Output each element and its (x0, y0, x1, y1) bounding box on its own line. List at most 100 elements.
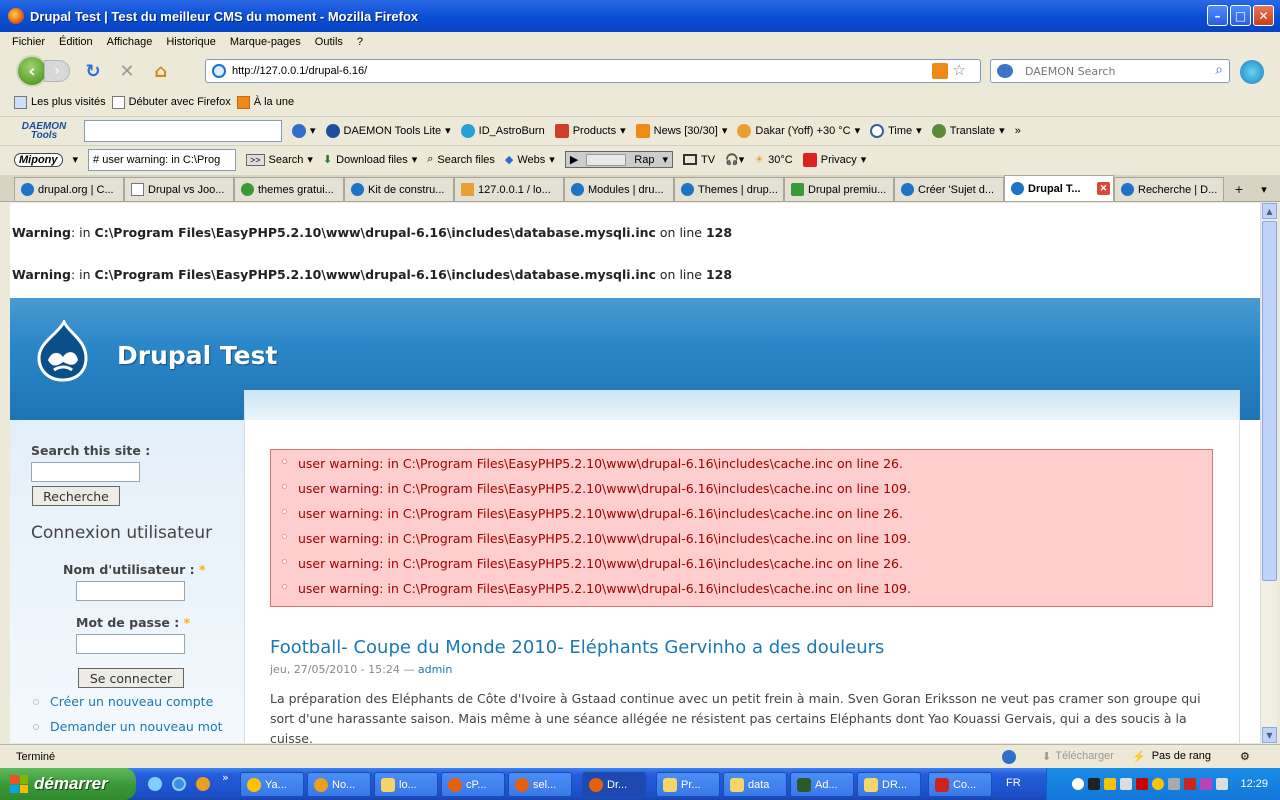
maximize-button[interactable]: □ (1230, 5, 1251, 26)
tab-themes[interactable]: Themes | drup... (674, 177, 784, 201)
reload-icon[interactable]: ↻ (82, 60, 104, 82)
toolbar-item-time[interactable]: Time ▾ (870, 123, 922, 138)
tab-kit-de-construction[interactable]: Kit de constru... (344, 177, 454, 201)
taskbar-item[interactable]: Co... (928, 772, 992, 797)
star-icon[interactable]: ☆ (953, 61, 966, 79)
search-files-button[interactable]: ⌕ Search files (427, 153, 495, 166)
taskbar-item[interactable]: lo... (374, 772, 438, 797)
tab-drupal-premium[interactable]: Drupal premiu... (784, 177, 894, 201)
tab-drupal-org[interactable]: drupal.org | C... (14, 177, 124, 201)
mipony-logo[interactable]: Mipony (14, 152, 63, 167)
tab-recherche[interactable]: Recherche | D... (1114, 177, 1224, 201)
url-bar[interactable]: http://127.0.0.1/drupal-6.16/ ☆ (205, 59, 981, 83)
tray-expand-icon[interactable] (1072, 778, 1085, 790)
messenger-icon[interactable] (1152, 778, 1165, 790)
globe-icon[interactable] (1002, 749, 1016, 764)
play-icon[interactable]: ▶ (570, 153, 578, 166)
site-name[interactable]: Drupal Test (117, 341, 277, 370)
password-field[interactable] (76, 634, 185, 654)
close-button[interactable]: ✕ (1253, 5, 1274, 26)
search-engine-icon[interactable] (997, 64, 1013, 78)
toolbar-item-daemon-lite[interactable]: DAEMON Tools Lite ▾ (325, 123, 451, 138)
volume-bar[interactable] (586, 153, 627, 166)
quicklaunch-desktop-icon[interactable] (148, 777, 162, 791)
menu-outils[interactable]: Outils (315, 36, 343, 48)
node-title-link[interactable]: Football- Coupe du Monde 2010- Eléphants… (270, 637, 884, 658)
privacy-button[interactable]: Privacy ▾ (802, 152, 866, 167)
tab-creer-sujet[interactable]: Créer 'Sujet d... (894, 177, 1004, 201)
tab-drupal-test[interactable]: Drupal T... ✕ (1004, 175, 1114, 201)
webs-button[interactable]: ◆ Webs ▾ (505, 153, 555, 167)
author-link[interactable]: admin (418, 663, 452, 676)
taskbar-item[interactable]: Pr... (656, 772, 720, 797)
ati-icon[interactable] (1136, 778, 1149, 790)
taskbar-item[interactable]: No... (307, 772, 371, 797)
addon-icon[interactable]: ⚙ (1240, 750, 1250, 763)
tv-button[interactable]: TV (683, 154, 715, 166)
search-submit-button[interactable]: Recherche (32, 486, 120, 506)
mipony-search-combo[interactable]: # user warning: in C:\Prog (88, 148, 237, 171)
scroll-down-icon[interactable]: ▼ (1262, 727, 1277, 743)
bookmark-getting-started[interactable]: Débuter avec Firefox (111, 95, 231, 109)
title-bar[interactable]: Drupal Test | Test du meilleur CMS du mo… (0, 0, 1280, 32)
taskbar-item[interactable]: Ad... (790, 772, 854, 797)
bookmark-most-visited[interactable]: Les plus visités (14, 95, 106, 109)
menu-fichier[interactable]: Fichier (12, 36, 45, 48)
rss-icon[interactable] (932, 63, 948, 79)
toolbar-overflow-chevron[interactable]: » (1015, 125, 1021, 137)
mipony-search-button[interactable]: >> Search ▾ (246, 153, 313, 166)
toolbar-item-astroburn[interactable]: ID_AstroBurn (460, 123, 545, 138)
vertical-scrollbar[interactable]: ▲ ▼ (1260, 203, 1277, 743)
tab-drupal-vs-joomla[interactable]: Drupal vs Joo... (124, 177, 234, 201)
taskbar-item[interactable]: sel... (508, 772, 572, 797)
tray-app-icon[interactable] (1184, 778, 1197, 790)
daemon-search-combo[interactable] (84, 119, 282, 142)
stop-icon[interactable]: ✕ (116, 60, 138, 82)
download-status[interactable]: ⬇ Télécharger (1042, 750, 1114, 763)
skype-icon[interactable] (1240, 60, 1264, 84)
clock[interactable]: 12:29 (1240, 778, 1268, 790)
temperature-button[interactable]: ☀ 30°C (754, 153, 792, 167)
tab-modules[interactable]: Modules | dru... (564, 177, 674, 201)
username-field[interactable] (76, 581, 185, 601)
daemon-search-icon[interactable]: ▾ (292, 123, 316, 138)
tab-close-icon[interactable]: ✕ (1097, 182, 1110, 195)
taskbar-item-active[interactable]: Dr... (582, 772, 646, 797)
menu-historique[interactable]: Historique (166, 36, 216, 48)
menu-affichage[interactable]: Affichage (107, 36, 153, 48)
tab-phpmyadmin[interactable]: 127.0.0.1 / lo... (454, 177, 564, 201)
taskbar-item[interactable]: DR... (857, 772, 921, 797)
login-button[interactable]: Se connecter (78, 668, 184, 688)
headphones-icon[interactable]: 🎧▾ (725, 153, 744, 166)
quicklaunch-more-chevron[interactable]: » (222, 771, 229, 784)
bookmark-news[interactable]: À la une (236, 95, 294, 109)
shield-icon[interactable] (1104, 778, 1117, 790)
create-account-link[interactable]: Créer un nouveau compte (50, 694, 213, 709)
scroll-up-icon[interactable]: ▲ (1262, 203, 1277, 219)
language-indicator[interactable]: FR (1006, 777, 1021, 789)
toolbar-item-products[interactable]: Products ▾ (554, 123, 626, 138)
request-password-link[interactable]: Demander un nouveau mot (50, 719, 223, 734)
tray-app-icon[interactable] (1168, 778, 1181, 790)
start-button[interactable]: démarrer (0, 768, 136, 800)
tray-app-icon[interactable] (1200, 778, 1213, 790)
toolbar-item-translate[interactable]: Translate ▾ (931, 123, 1005, 138)
page-rank[interactable]: ⚡ Pas de rang (1132, 750, 1211, 763)
search-box[interactable]: DAEMON Search ⌕ (990, 59, 1230, 83)
taskbar-item[interactable]: data (723, 772, 787, 797)
tray-app-icon[interactable] (1120, 778, 1133, 790)
quicklaunch-chrome-icon[interactable] (196, 777, 210, 791)
quicklaunch-ie-icon[interactable] (172, 777, 186, 791)
toolbar-item-weather[interactable]: Dakar (Yoff) +30 °C ▾ (737, 123, 860, 138)
toolbar-item-news[interactable]: News [30/30] ▾ (635, 123, 727, 138)
menu-marque-pages[interactable]: Marque-pages (230, 36, 301, 48)
tab-themes-gratuits[interactable]: themes gratui... (234, 177, 344, 201)
minimize-button[interactable]: – (1207, 5, 1228, 26)
forward-button[interactable]: › (44, 60, 70, 82)
scroll-thumb[interactable] (1262, 221, 1277, 581)
new-tab-button[interactable]: + (1224, 177, 1254, 201)
drupal-logo-icon[interactable] (34, 320, 92, 382)
download-files-button[interactable]: ⬇ Download files ▾ (323, 153, 417, 167)
home-icon[interactable]: ⌂ (150, 60, 172, 82)
menu-edition[interactable]: Édition (59, 36, 93, 48)
